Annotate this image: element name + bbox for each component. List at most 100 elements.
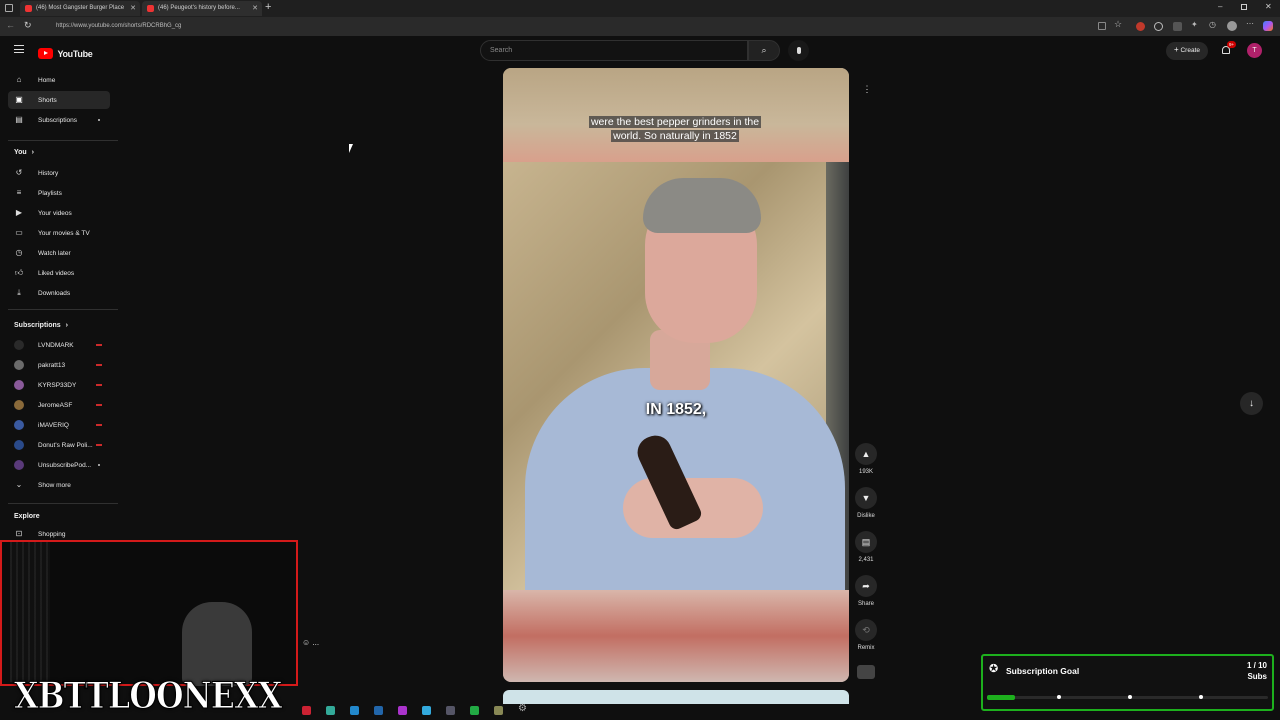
sidebar-item-subscriptions[interactable]: ▤ Subscriptions [8,111,110,129]
sidebar-item-liked-videos[interactable]: 👍︎ Liked videos [8,264,110,282]
browser-menu-icon[interactable]: ⋯ [1246,19,1254,28]
chevron-right-icon: › [65,322,68,329]
sidebar-item-your-videos[interactable]: ▶ Your videos [8,204,110,222]
goal-progress-track [987,695,1268,700]
next-video-button[interactable]: ↓ [1240,392,1263,415]
burned-in-caption: IN 1852, [645,401,707,418]
subscription-channel[interactable]: JeromeASF [8,396,110,414]
presenter-hair [643,178,761,233]
goal-count: 1 / 10 [1246,661,1267,670]
taskbar-app-icon[interactable] [374,706,383,715]
create-button[interactable]: + Create [1166,42,1208,60]
taskbar-app-icon[interactable] [302,706,311,715]
sidebar-item-label: Downloads [38,290,71,297]
taskbar-app-icon[interactable] [326,706,335,715]
caption-line: world. So naturally in 1852 [611,130,739,142]
extension-icon[interactable] [1173,22,1182,31]
sidebar-item-label: Subscriptions [38,117,78,124]
section-title: Subscriptions [14,322,61,329]
new-tab-icon[interactable]: + [265,1,271,13]
like-button[interactable]: ▲ [855,443,877,465]
search-input[interactable]: Search [480,40,748,61]
sidebar-item-your-movies[interactable]: ▭ Your movies & TV [8,224,110,242]
sidebar-item-downloads[interactable]: ⤓ Downloads [8,284,110,302]
extension-icon[interactable] [1154,22,1163,31]
reload-icon[interactable]: ↻ [24,20,32,31]
dislike-button[interactable]: ▼ [855,487,877,509]
back-icon[interactable]: ← [6,20,15,30]
subscription-channel[interactable]: KYRSP33DY [8,376,110,394]
guide-menu-icon[interactable] [14,45,24,53]
sidebar-item-label: Home [38,77,56,84]
subscription-channel[interactable]: iMAVERIQ [8,416,110,434]
share-arrow-icon: ➦ [862,581,870,591]
history-icon[interactable]: ◷ [1209,20,1216,29]
taskbar-app-icon[interactable] [398,706,407,715]
search-icon: ⌕ [761,45,767,55]
bookmark-star-icon[interactable]: ☆ [1114,19,1122,30]
share-button[interactable]: ➦ [855,575,877,597]
mouse-cursor [349,144,353,153]
sidebar-divider [8,503,118,504]
close-window-icon[interactable]: ✕ [1265,2,1272,11]
you-section-header[interactable]: You › [14,149,34,156]
sidebar-item-shorts[interactable]: ▣ Shorts [8,91,110,109]
comments-button[interactable]: ▤ [855,531,877,553]
webcam-overlay [0,540,298,686]
show-more-button[interactable]: ⌄ Show more [8,476,110,494]
sidebar-item-watch-later[interactable]: ◷ Watch later [8,244,110,262]
minimize-icon[interactable]: – [1218,2,1222,11]
taskbar-app-icon[interactable] [422,706,431,715]
youtube-logo[interactable]: YouTube [38,45,93,60]
settings-gear-icon[interactable]: ⚙ [518,703,527,714]
browser-tab[interactable]: (46) Most Gangster Burger Place ✕ [20,1,140,16]
channel-name: Donut's Raw Poli... [38,442,93,449]
audio-track-thumbnail[interactable] [857,665,875,679]
voice-search-button[interactable] [788,40,809,61]
close-tab-icon[interactable]: ✕ [252,4,258,12]
sidebar-item-playlists[interactable]: ≡ Playlists [8,184,110,202]
extension-icon[interactable] [1136,22,1145,31]
search-button[interactable]: ⌕ [748,40,780,61]
sidebar-item-label: Shorts [38,97,57,104]
close-tab-icon[interactable]: ✕ [130,4,136,12]
section-title: You [14,149,27,156]
sidebar-divider [8,309,118,310]
profile-avatar[interactable] [1227,21,1237,31]
subscription-channel[interactable]: Donut's Raw Poli... [8,436,110,454]
taskbar-app-icon[interactable] [350,706,359,715]
subscription-channel[interactable]: UnsubscribePod... [8,456,110,474]
new-content-dot [98,119,100,121]
channel-avatar [14,440,24,450]
sidebar-item-label: Watch later [38,250,71,257]
browser-tab-active[interactable]: (46) Peugeot's history before... ✕ [142,1,262,16]
account-avatar[interactable]: T [1247,43,1262,58]
tab-actions-icon[interactable] [5,4,13,12]
notifications-button[interactable]: 9+ [1220,41,1237,58]
taskbar-app-icon[interactable] [470,706,479,715]
maximize-icon[interactable] [1241,4,1247,10]
arrow-down-icon: ↓ [1249,398,1254,409]
show-more-label: Show more [38,482,71,489]
youtube-logo-icon [38,48,53,60]
shorts-video-player[interactable]: were the best pepper grinders in the wor… [503,68,849,682]
copilot-icon[interactable] [1263,21,1273,31]
channel-name: KYRSP33DY [38,382,77,389]
subscription-channel[interactable]: pakratt13 [8,356,110,374]
sidebar-item-history[interactable]: ↺ History [8,164,110,182]
more-options-button[interactable]: ⋮ [857,79,877,99]
taskbar-app-icon[interactable] [446,706,455,715]
live-indicator [96,444,102,446]
extension-icon[interactable] [1098,22,1106,30]
subscriptions-section-header[interactable]: Subscriptions › [14,322,68,329]
dislike-label: Dislike [857,513,875,519]
remix-button[interactable]: ⟲ [855,619,877,641]
shopping-bag-icon: ⊡ [15,529,23,538]
sidebar-item-home[interactable]: ⌂ Home [8,71,110,89]
taskbar-app-icon[interactable] [494,706,503,715]
subscription-channel[interactable]: LVNDMARK [8,336,110,354]
url-field[interactable]: https://www.youtube.com/shorts/RDCRBhG_c… [50,20,1090,33]
extensions-puzzle-icon[interactable]: ✦ [1191,20,1198,29]
channel-name: LVNDMARK [38,342,74,349]
goal-unit: Subs [1247,672,1267,681]
